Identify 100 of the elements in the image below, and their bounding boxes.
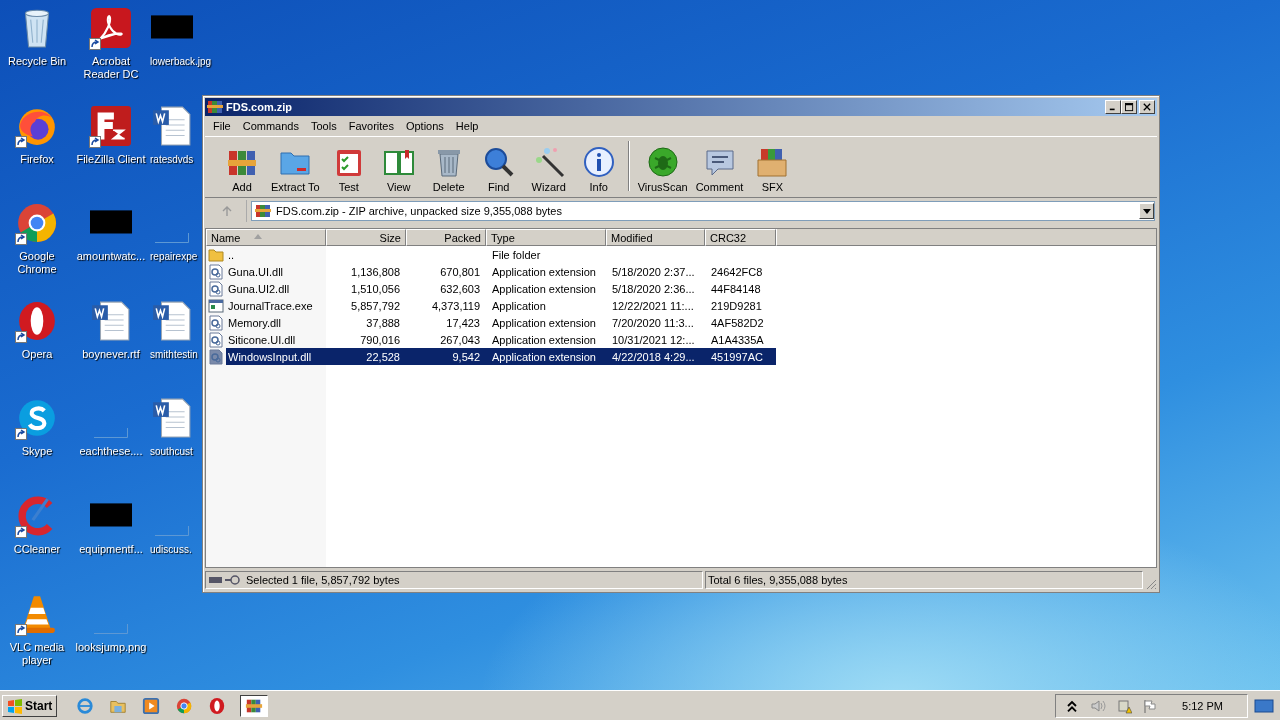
column-header[interactable]: Type bbox=[486, 229, 606, 246]
menu-item[interactable]: Tools bbox=[305, 117, 343, 135]
desktop-shortcut[interactable]: VLC media player bbox=[0, 591, 74, 690]
toolbar-button[interactable]: View bbox=[373, 146, 424, 193]
minimize-button[interactable] bbox=[1105, 100, 1121, 114]
table-cell: 4,373,119 bbox=[431, 299, 480, 312]
file-row[interactable]: Guna.UI2.dll 1,510,056 632,603 Application extension 5/18/2020 2:36... 44F84148 bbox=[206, 280, 776, 297]
file-row[interactable]: Siticone.UI.dll 790,016 267,043 Application extension 10/31/2021 12:... A1A4335A bbox=[206, 331, 776, 348]
pdf-app-icon bbox=[90, 7, 132, 49]
start-button[interactable]: Start bbox=[2, 694, 58, 717]
network-warning-icon[interactable] bbox=[1116, 697, 1133, 714]
blank-file-icon bbox=[155, 233, 189, 244]
search-icon bbox=[482, 146, 515, 178]
table-cell: 44F84148 bbox=[711, 282, 761, 295]
desktop-shortcut[interactable]: udiscuss. bbox=[148, 493, 194, 592]
file-row[interactable]: JournalTrace.exe 5,857,792 4,373,119 Application 12/22/2021 11:... 219D9281 bbox=[206, 297, 776, 314]
desktop-shortcut[interactable]: repairexpe bbox=[148, 201, 198, 299]
flag-icon[interactable] bbox=[1142, 697, 1159, 714]
desktop-shortcut[interactable]: Skype bbox=[0, 396, 74, 494]
file-row[interactable]: WindowsInput.dll 22,528 9,542 Application extension 4/22/2018 4:29... 451997AC bbox=[206, 348, 776, 365]
column-header[interactable]: Size bbox=[326, 229, 406, 246]
menu-item[interactable]: File bbox=[207, 117, 237, 135]
opera-icon[interactable] bbox=[208, 696, 227, 715]
desktop-shortcut[interactable]: boynever.rtf bbox=[74, 298, 148, 397]
desktop-shortcut[interactable]: CCleaner bbox=[0, 493, 74, 592]
toolbar-button[interactable]: Test bbox=[323, 146, 374, 193]
table-cell: 5/18/2020 2:37... bbox=[612, 265, 695, 278]
desktop-shortcut[interactable]: Opera bbox=[0, 298, 74, 397]
desktop-icon-label: Skype bbox=[21, 445, 53, 459]
desktop-icon-label: amountwatc... bbox=[76, 250, 146, 264]
drive-key-icon bbox=[208, 575, 242, 585]
desktop-shortcut[interactable]: Recycle Bin bbox=[0, 6, 74, 104]
table-cell: Siticone.UI.dll bbox=[228, 333, 296, 346]
desktop-shortcut[interactable]: ratesdvds bbox=[148, 103, 194, 202]
desktop-shortcut[interactable]: lowerback.jpg bbox=[148, 6, 212, 104]
desktop-shortcut[interactable]: Acrobat Reader DC bbox=[74, 6, 148, 104]
ie-icon[interactable] bbox=[76, 696, 95, 715]
toolbar-button[interactable]: Find bbox=[473, 146, 524, 193]
desktop-shortcut[interactable]: equipmentf... bbox=[74, 493, 148, 592]
desktop-shortcut[interactable]: Google Chrome bbox=[0, 201, 74, 299]
address-combo[interactable]: FDS.com.zip - ZIP archive, unpacked size 9,355,088 bytes bbox=[251, 201, 1155, 221]
column-header[interactable]: Packed bbox=[406, 229, 486, 246]
column-header[interactable]: Name bbox=[206, 229, 326, 246]
table-cell: 4AF582D2 bbox=[711, 316, 764, 329]
menu-item[interactable]: Favorites bbox=[342, 117, 400, 135]
shortcut-arrow-icon bbox=[15, 428, 27, 441]
clock[interactable]: 5:12 PM bbox=[1182, 699, 1223, 712]
table-cell: 4/22/2018 4:29... bbox=[612, 350, 695, 363]
desktop-icon-label: looksjump.png bbox=[75, 640, 147, 654]
toolbar-button[interactable]: Extract To bbox=[267, 146, 324, 193]
table-cell: 17,423 bbox=[446, 316, 480, 329]
chrome-icon bbox=[16, 202, 58, 245]
desktop-icon-label: FileZilla Client bbox=[76, 152, 146, 166]
filezilla-icon bbox=[90, 104, 132, 147]
bug-scan-icon bbox=[646, 146, 679, 178]
toolbar-button[interactable]: VirusScan bbox=[633, 146, 692, 193]
file-row[interactable]: Guna.UI.dll 1,136,808 670,801 Application extension 5/18/2020 2:37... 24642FC8 bbox=[206, 263, 776, 280]
toolbar-button[interactable]: Delete bbox=[423, 146, 474, 193]
table-cell: Guna.UI2.dll bbox=[228, 282, 290, 295]
chrome-icon[interactable] bbox=[175, 696, 194, 715]
menu-item[interactable]: Commands bbox=[236, 117, 305, 135]
blank-file-icon bbox=[155, 525, 189, 536]
desktop-shortcut[interactable]: FileZilla Client bbox=[74, 103, 148, 202]
table-cell: File folder bbox=[492, 248, 541, 261]
table-cell: 24642FC8 bbox=[711, 265, 763, 278]
table-cell: 790,016 bbox=[360, 333, 400, 346]
table-cell: 22,528 bbox=[366, 350, 400, 363]
shortcut-arrow-icon bbox=[15, 330, 27, 343]
desktop-shortcut[interactable]: looksjump.png bbox=[74, 591, 148, 690]
close-button[interactable] bbox=[1139, 100, 1155, 114]
desktop-shortcut[interactable]: smithtestin bbox=[148, 298, 198, 397]
table-cell: .. bbox=[228, 248, 235, 261]
file-row[interactable]: .. File folder bbox=[206, 246, 776, 263]
table-cell: A1A4335A bbox=[711, 333, 764, 346]
desktop-shortcut[interactable]: eachthese.... bbox=[74, 396, 148, 494]
column-header[interactable]: CRC32 bbox=[705, 229, 776, 246]
table-cell: 451997AC bbox=[711, 350, 763, 363]
desktop-shortcut[interactable]: Firefox bbox=[0, 103, 74, 202]
media-player-icon[interactable] bbox=[142, 696, 161, 715]
desktop-icon-label: udiscuss. bbox=[150, 542, 192, 556]
file-row[interactable]: Memory.dll 37,888 17,423 Application extension 7/20/2020 11:3... 4AF582D2 bbox=[206, 314, 776, 331]
desktop-icon-label: Google Chrome bbox=[16, 250, 58, 277]
desktop-shortcut[interactable]: southcust bbox=[148, 396, 194, 494]
toolbar-button[interactable]: SFX bbox=[747, 146, 798, 193]
maximize-button[interactable] bbox=[1121, 100, 1137, 114]
table-cell: Memory.dll bbox=[228, 316, 281, 329]
toolbar-button[interactable]: Info bbox=[573, 146, 624, 193]
show-desktop-icon[interactable] bbox=[1254, 697, 1274, 714]
toolbar-button[interactable]: Wizard bbox=[523, 146, 574, 193]
desktop-icon-label: boynever.rtf bbox=[82, 347, 140, 361]
toolbar-button[interactable]: Add bbox=[217, 146, 267, 193]
table-cell: 1,136,808 bbox=[351, 265, 400, 278]
column-header[interactable]: Modified bbox=[606, 229, 705, 246]
toolbar-button[interactable]: Comment bbox=[691, 146, 748, 193]
desktop-shortcut[interactable]: amountwatc... bbox=[74, 201, 148, 299]
menu-item[interactable]: Options bbox=[399, 117, 450, 135]
table-cell: 5,857,792 bbox=[351, 299, 400, 312]
table-cell: 9,542 bbox=[452, 350, 480, 363]
table-cell: Guna.UI.dll bbox=[228, 265, 284, 278]
menu-item[interactable]: Help bbox=[449, 117, 485, 135]
